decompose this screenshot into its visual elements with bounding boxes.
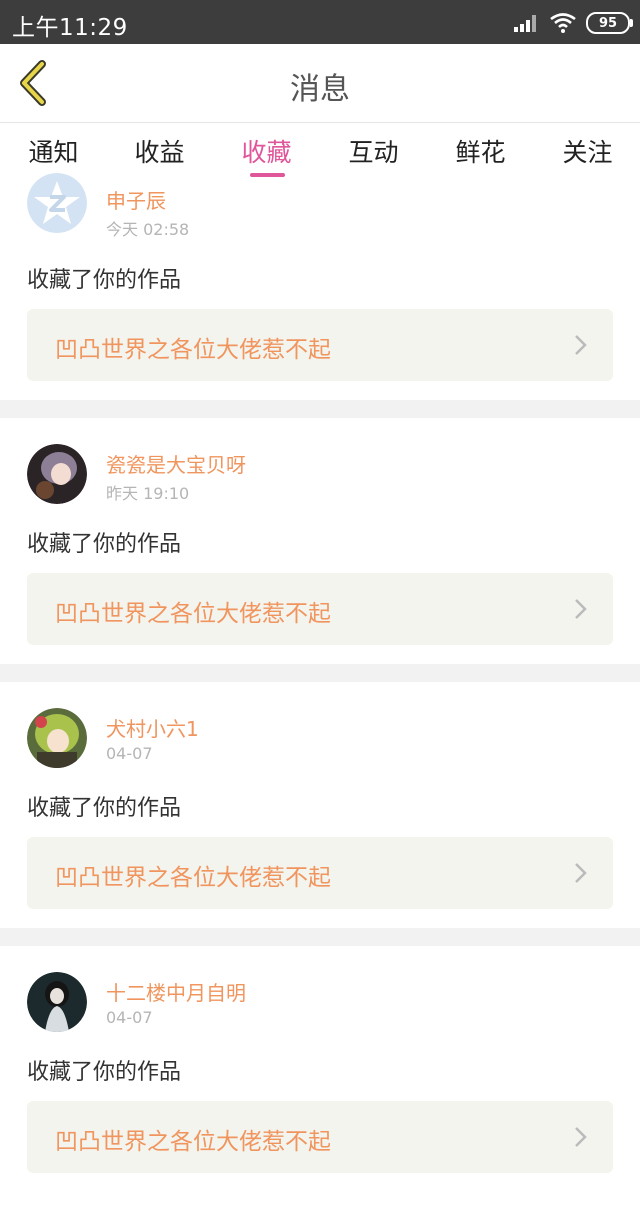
username[interactable]: 十二楼中月自明: [106, 977, 246, 1006]
status-icons: 95: [514, 10, 633, 36]
active-tab-indicator: [250, 173, 285, 177]
action-text: 收藏了你的作品: [27, 1060, 182, 1085]
action-text: 收藏了你的作品: [27, 268, 182, 293]
avatar[interactable]: [27, 444, 87, 504]
avatar[interactable]: [27, 173, 87, 233]
divider: [0, 400, 640, 418]
status-time: 上午11:29: [12, 15, 128, 41]
timestamp: 04-07: [106, 744, 153, 763]
signal-icon: [514, 14, 540, 32]
action-text: 收藏了你的作品: [27, 532, 182, 557]
chevron-right-icon: [575, 1127, 587, 1147]
work-link[interactable]: 凹凸世界之各位大佬惹不起: [27, 573, 613, 645]
work-link[interactable]: 凹凸世界之各位大佬惹不起: [27, 837, 613, 909]
tab-notifications[interactable]: 通知: [0, 133, 107, 169]
app-header: 消息: [0, 44, 640, 123]
work-link[interactable]: 凹凸世界之各位大佬惹不起: [27, 1101, 613, 1173]
timestamp: 04-07: [106, 1008, 153, 1027]
tab-interactions[interactable]: 互动: [320, 133, 427, 169]
work-title: 凹凸世界之各位大佬惹不起: [55, 601, 331, 627]
tab-bar: 通知 收益 收藏 互动 鲜花 关注: [0, 123, 640, 181]
work-link[interactable]: 凹凸世界之各位大佬惹不起: [27, 309, 613, 381]
avatar[interactable]: [27, 708, 87, 768]
work-title: 凹凸世界之各位大佬惹不起: [55, 1129, 331, 1155]
divider: [0, 664, 640, 682]
wifi-icon: [550, 13, 576, 33]
battery-icon: 95: [586, 12, 633, 34]
message-list: 申子辰 今天 02:58 收藏了你的作品 凹凸世界之各位大佬惹不起 瓷瓷是大宝贝…: [0, 173, 640, 1206]
list-item: 申子辰 今天 02:58 收藏了你的作品 凹凸世界之各位大佬惹不起: [0, 173, 640, 400]
status-bar: 上午11:29 95: [0, 0, 640, 44]
tab-flowers[interactable]: 鲜花: [427, 133, 534, 169]
tab-favorites[interactable]: 收藏: [213, 133, 320, 169]
chevron-right-icon: [575, 335, 587, 355]
tab-following[interactable]: 关注: [534, 133, 640, 169]
username[interactable]: 瓷瓷是大宝贝呀: [106, 449, 246, 478]
avatar[interactable]: [27, 972, 87, 1032]
chevron-right-icon: [575, 599, 587, 619]
username[interactable]: 申子辰: [106, 185, 166, 214]
username[interactable]: 犬村小六1: [106, 713, 199, 742]
timestamp: 昨天 19:10: [106, 484, 190, 503]
divider: [0, 928, 640, 946]
tab-earnings[interactable]: 收益: [106, 133, 213, 169]
timestamp: 今天 02:58: [106, 220, 190, 239]
page-title: 消息: [290, 72, 350, 107]
list-item: 瓷瓷是大宝贝呀 昨天 19:10 收藏了你的作品 凹凸世界之各位大佬惹不起: [0, 418, 640, 664]
action-text: 收藏了你的作品: [27, 796, 182, 821]
list-item: 十二楼中月自明 04-07 收藏了你的作品 凹凸世界之各位大佬惹不起: [0, 946, 640, 1206]
work-title: 凹凸世界之各位大佬惹不起: [55, 865, 331, 891]
list-item: 犬村小六1 04-07 收藏了你的作品 凹凸世界之各位大佬惹不起: [0, 682, 640, 928]
work-title: 凹凸世界之各位大佬惹不起: [55, 337, 331, 363]
chevron-right-icon: [575, 863, 587, 883]
